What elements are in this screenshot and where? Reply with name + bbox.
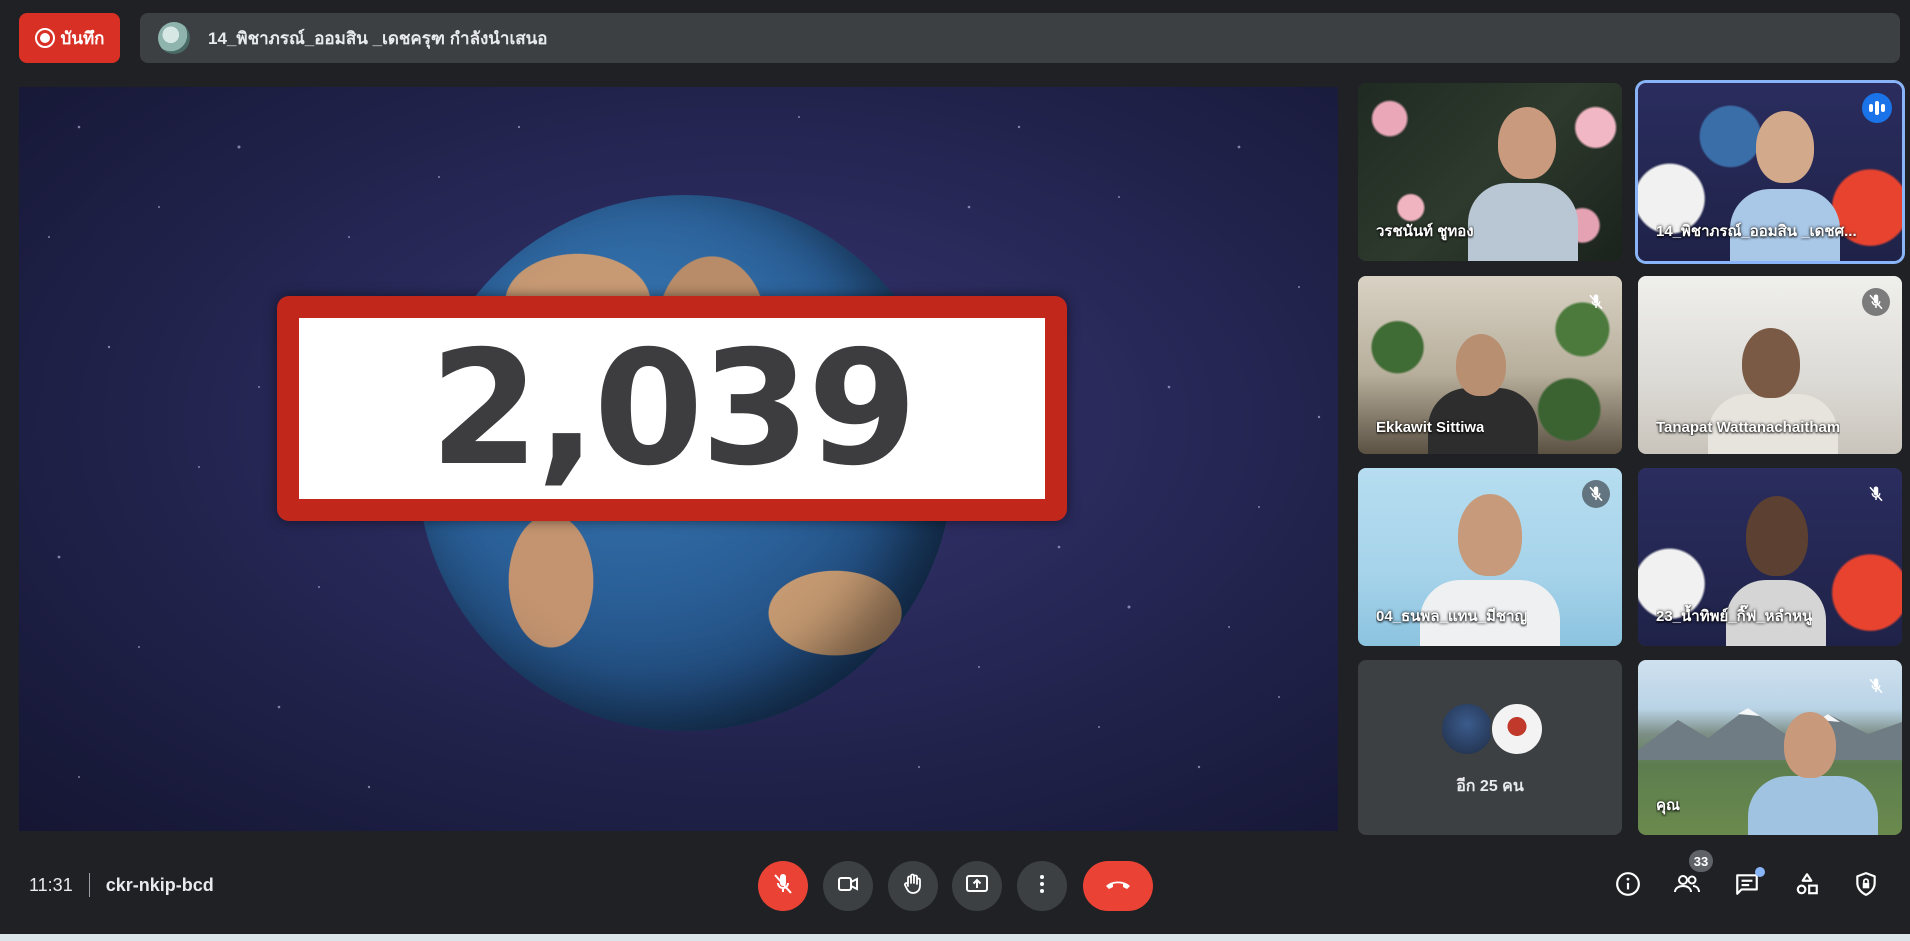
mic-off-icon bbox=[1862, 480, 1890, 508]
host-controls-button[interactable] bbox=[1846, 866, 1886, 906]
shield-lock-icon bbox=[1853, 871, 1879, 902]
meeting-time: 11:31 bbox=[29, 874, 73, 895]
meeting-code[interactable]: ckr-nkip-bcd bbox=[106, 875, 214, 896]
info-icon bbox=[1615, 871, 1641, 902]
meeting-details-button[interactable] bbox=[1608, 866, 1648, 906]
meet-app: บันทึก 14_พิชาภรณ์_ออมสิน _เดชครุฑ กำลัง… bbox=[0, 0, 1910, 941]
participant-tile[interactable]: Ekkawit Sittiwa bbox=[1358, 276, 1622, 454]
participant-name: 14_พิชาภรณ์_ออมสิน _เดชศ... bbox=[1656, 223, 1857, 240]
avatar bbox=[1490, 702, 1544, 756]
avatar bbox=[1440, 702, 1494, 756]
counter-frame: 2,039 bbox=[277, 296, 1067, 521]
person-body bbox=[1748, 776, 1878, 835]
participant-tile[interactable]: Tanapat Wattanachaitham bbox=[1638, 276, 1902, 454]
person-face bbox=[1498, 107, 1556, 179]
speaking-indicator-icon bbox=[1862, 93, 1892, 123]
people-count-badge: 33 bbox=[1689, 850, 1713, 872]
people-button[interactable]: 33 bbox=[1667, 850, 1713, 906]
mic-off-icon bbox=[771, 872, 795, 901]
more-participants-tile[interactable]: อีก 25 คน bbox=[1358, 660, 1622, 835]
participant-name: คุณ bbox=[1656, 797, 1680, 814]
record-icon bbox=[34, 28, 55, 48]
counter-number: 2,039 bbox=[429, 316, 918, 501]
more-options-button[interactable] bbox=[1017, 861, 1067, 911]
presenter-avatar bbox=[158, 22, 190, 54]
mountains bbox=[1638, 708, 1902, 760]
person-face bbox=[1746, 496, 1808, 576]
mic-off-icon bbox=[1862, 288, 1890, 316]
end-call-icon bbox=[1103, 874, 1133, 899]
raise-hand-button[interactable] bbox=[888, 861, 938, 911]
activities-button[interactable] bbox=[1787, 866, 1827, 906]
person-face bbox=[1456, 334, 1506, 396]
person-body bbox=[1468, 183, 1578, 261]
chat-button[interactable] bbox=[1727, 866, 1767, 906]
end-call-button[interactable] bbox=[1083, 861, 1153, 911]
more-avatars bbox=[1440, 702, 1550, 756]
camera-toggle-button[interactable] bbox=[823, 861, 873, 911]
person-face bbox=[1742, 328, 1800, 398]
hand-icon bbox=[901, 872, 925, 901]
participant-tile[interactable]: 23_น้ำทิพย์_กิ๊ฟ_หลำหนู bbox=[1638, 468, 1902, 646]
participant-tile[interactable]: 04_ธนพล_แทน_มีชาญ bbox=[1358, 468, 1622, 646]
presentation-stage: 2,039 bbox=[19, 87, 1338, 831]
counter-box: 2,039 bbox=[299, 318, 1045, 499]
divider bbox=[88, 873, 90, 897]
meeting-info: 11:31 ckr-nkip-bcd bbox=[29, 872, 214, 898]
camera-icon bbox=[836, 872, 860, 901]
person-face bbox=[1756, 111, 1814, 183]
present-screen-icon bbox=[965, 872, 989, 901]
people-icon bbox=[1673, 871, 1701, 902]
participant-name: 23_น้ำทิพย์_กิ๊ฟ_หลำหนู bbox=[1656, 608, 1813, 625]
mic-toggle-button[interactable] bbox=[758, 861, 808, 911]
participant-name: วรชนันท์ ชูทอง bbox=[1376, 223, 1474, 240]
participant-name: Ekkawit Sittiwa bbox=[1376, 419, 1485, 436]
participant-tile[interactable]: วรชนันท์ ชูทอง bbox=[1358, 83, 1622, 261]
activities-icon bbox=[1794, 871, 1820, 902]
mic-off-icon bbox=[1862, 672, 1890, 700]
mic-off-icon bbox=[1582, 288, 1610, 316]
participant-name: Tanapat Wattanachaitham bbox=[1656, 419, 1841, 436]
presenter-bar[interactable]: 14_พิชาภรณ์_ออมสิน _เดชครุฑ กำลังนำเสนอ bbox=[140, 13, 1900, 63]
more-participants-label: อีก 25 คน bbox=[1456, 778, 1524, 795]
participant-tile-active[interactable]: 14_พิชาภรณ์_ออมสิน _เดชศ... bbox=[1638, 83, 1902, 261]
mic-off-icon bbox=[1582, 480, 1610, 508]
self-tile[interactable]: คุณ bbox=[1638, 660, 1902, 835]
presenter-text: 14_พิชาภรณ์_ออมสิน _เดชครุฑ กำลังนำเสนอ bbox=[208, 28, 548, 48]
present-screen-button[interactable] bbox=[952, 861, 1002, 911]
recording-label: บันทึก bbox=[60, 28, 105, 48]
more-vert-icon bbox=[1030, 872, 1054, 901]
chat-notification-dot bbox=[1755, 867, 1765, 877]
recording-button[interactable]: บันทึก bbox=[19, 13, 120, 63]
taskbar-edge bbox=[0, 934, 1910, 941]
person-face bbox=[1784, 712, 1836, 778]
participant-name: 04_ธนพล_แทน_มีชาญ bbox=[1376, 608, 1528, 625]
person-face bbox=[1458, 494, 1522, 576]
